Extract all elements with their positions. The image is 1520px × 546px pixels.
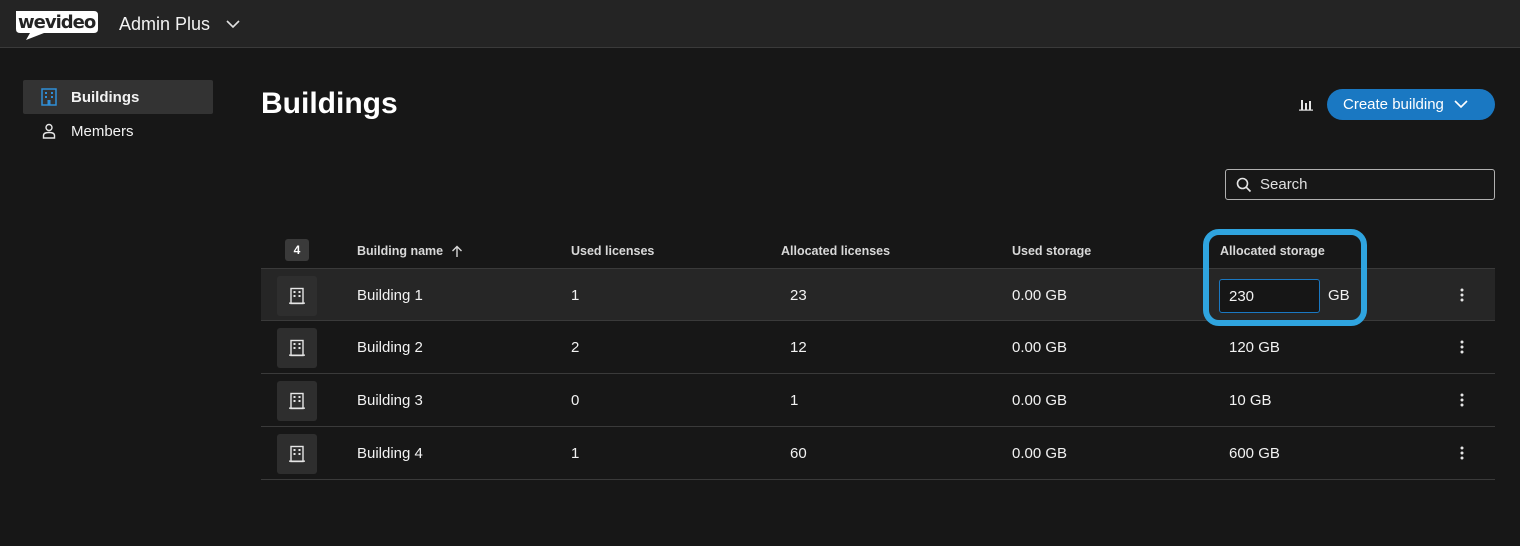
workspace-name: Admin Plus [119,14,211,34]
row-menu-button[interactable] [1454,445,1470,463]
used-licenses-value: 0 [571,392,580,409]
search-icon [1236,177,1252,192]
row-menu-button[interactable] [1454,287,1470,305]
building-name[interactable]: Building 1 [357,287,423,304]
row-menu-button[interactable] [1454,392,1470,410]
used-licenses-value: 1 [571,287,580,304]
used-licenses-value: 2 [571,339,580,356]
used-storage-value: 0.00 GB [1012,445,1068,462]
kebab-menu-icon [1460,340,1464,354]
building-thumbnail [277,381,317,421]
allocated-storage-value[interactable]: 10 GB [1229,392,1272,409]
wevideo-logo[interactable]: wevideo [14,7,100,40]
table-row[interactable]: Building 4 1 60 0.00 GB 600 GB [261,427,1495,480]
building-icon [39,87,59,107]
chevron-down-icon [226,20,240,29]
building-thumbnail [277,434,317,474]
building-thumbnail [277,276,317,316]
building-name[interactable]: Building 4 [357,445,423,462]
column-header-building-name[interactable]: Building name [357,244,463,258]
allocated-licenses-value: 60 [790,445,807,462]
search-box[interactable] [1225,169,1495,200]
sidebar-item-members[interactable]: Members [23,114,213,148]
sidebar-item-buildings[interactable]: Buildings [23,80,213,114]
allocated-licenses-value: 12 [790,339,807,356]
column-header-allocated-licenses: Allocated licenses [781,244,891,258]
column-header-used-licenses: Used licenses [571,244,655,258]
table-row[interactable]: Building 3 0 1 0.00 GB 10 GB [261,374,1495,427]
building-icon [289,287,305,305]
building-name[interactable]: Building 3 [357,392,423,409]
row-menu-button[interactable] [1454,339,1470,357]
building-name[interactable]: Building 2 [357,339,423,356]
table-row[interactable]: Building 2 2 12 0.00 GB 120 GB [261,321,1495,374]
person-icon [39,121,59,141]
workspace-switcher[interactable]: Admin Plus [119,14,240,35]
logo-text: wevideo [18,12,96,33]
allocated-licenses-value: 23 [790,287,807,304]
search-input[interactable] [1260,176,1480,193]
sidebar-item-label: Buildings [71,88,140,106]
used-storage-value: 0.00 GB [1012,392,1068,409]
kebab-menu-icon [1460,393,1464,407]
column-header-label: Building name [357,244,444,258]
used-storage-value: 0.00 GB [1012,339,1068,356]
building-count-badge: 4 [285,239,309,261]
building-icon [289,339,305,357]
column-header-allocated-storage: Allocated storage [1220,244,1325,258]
top-bar: wevideo Admin Plus [0,0,1520,48]
sidebar-item-label: Members [71,122,134,140]
sidebar: Buildings Members [23,80,213,148]
allocated-storage-value[interactable]: 600 GB [1229,445,1280,462]
create-building-button[interactable]: Create building [1327,89,1495,120]
allocated-licenses-value: 1 [790,392,799,409]
kebab-menu-icon [1460,446,1464,460]
building-icon [289,445,305,463]
chevron-down-icon [1454,100,1468,109]
bar-chart-icon[interactable] [1299,97,1313,111]
used-storage-value: 0.00 GB [1012,287,1068,304]
used-licenses-value: 1 [571,445,580,462]
sort-ascending-icon [452,245,463,257]
create-building-label: Create building [1343,96,1444,113]
column-header-used-storage: Used storage [1012,244,1092,258]
allocated-storage-value[interactable]: 120 GB [1229,339,1280,356]
page-title: Buildings [261,87,398,120]
kebab-menu-icon [1460,288,1464,302]
allocated-storage-input[interactable] [1219,279,1320,313]
table-row[interactable]: Building 1 1 23 0.00 GB GB [261,268,1495,321]
building-icon [289,392,305,410]
allocated-storage-unit: GB [1328,287,1350,304]
building-thumbnail [277,328,317,368]
